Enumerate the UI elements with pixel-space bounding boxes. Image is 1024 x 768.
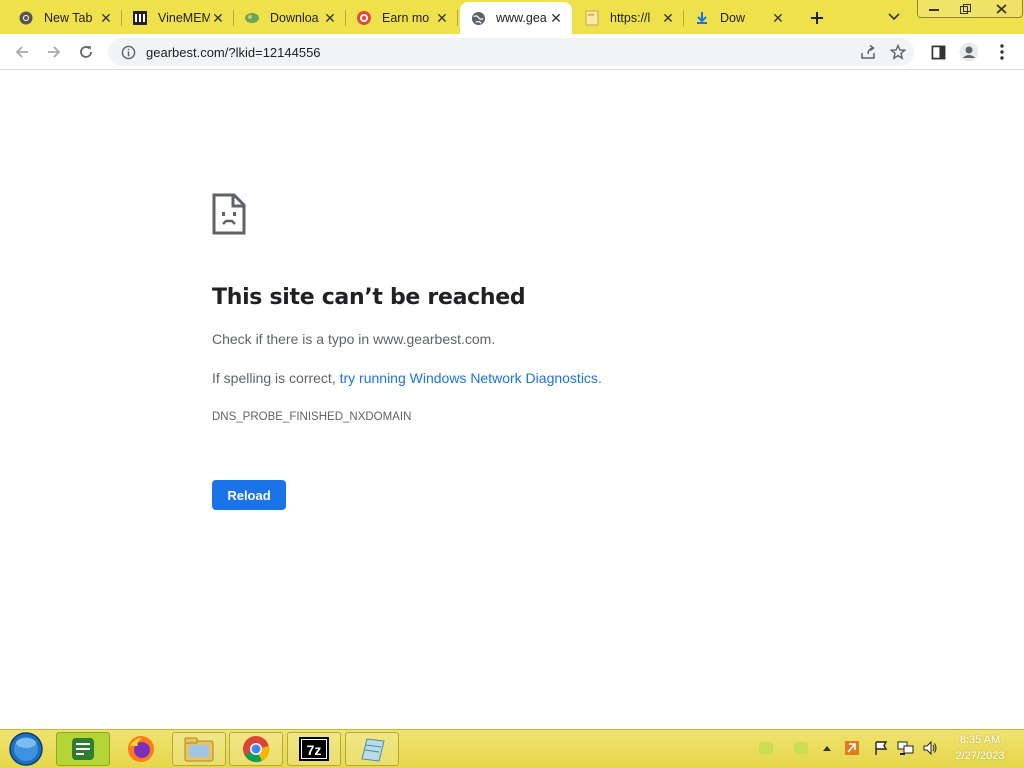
taskbar-chrome[interactable]	[229, 732, 283, 766]
side-panel-icon	[931, 45, 945, 59]
info-icon[interactable]	[114, 38, 142, 66]
side-panel-button[interactable]	[926, 40, 950, 64]
arrow-right-icon	[48, 46, 61, 58]
taskbar: 7z 8:35 AM 2/27/2023	[0, 729, 1024, 768]
tray-app-icon[interactable]	[792, 739, 810, 757]
arrow-left-icon	[15, 46, 28, 58]
refresh-icon	[80, 46, 92, 58]
folder-icon	[184, 737, 214, 762]
sad-page-icon	[212, 193, 246, 240]
close-icon[interactable]: ✕	[548, 10, 564, 26]
window-controls	[917, 0, 1023, 18]
tab-gearbest-active[interactable]: www.gea ✕	[460, 2, 572, 34]
volume-icon[interactable]	[921, 739, 939, 757]
reload-toolbar-button[interactable]	[74, 40, 98, 64]
close-icon[interactable]: ✕	[660, 10, 676, 26]
system-clock[interactable]: 8:35 AM 2/27/2023	[948, 732, 1012, 764]
tab-title: Dow	[720, 11, 746, 25]
diagnostics-suffix: .	[597, 370, 602, 386]
show-hidden-icons-button[interactable]	[818, 739, 836, 757]
tab-vinemem[interactable]: VineMEM ✕	[122, 2, 234, 34]
windows-orb-icon	[9, 732, 43, 766]
restore-button[interactable]	[949, 0, 982, 17]
close-icon[interactable]: ✕	[98, 10, 114, 26]
tray-app-icon[interactable]	[843, 739, 861, 757]
forward-button[interactable]	[42, 40, 66, 64]
7zip-icon: 7z	[299, 737, 329, 761]
browser-toolbar: gearbest.com/?lkid=12144556	[0, 34, 1024, 70]
reload-button[interactable]: Reload	[212, 480, 286, 510]
chrome-icon	[243, 736, 270, 763]
clock-date: 2/27/2023	[955, 750, 1005, 762]
tab-new-tab[interactable]: New Tab ✕	[8, 2, 122, 34]
url-text[interactable]: gearbest.com/?lkid=12144556	[146, 45, 854, 60]
error-page: This site can’t be reached Check if ther…	[0, 71, 1024, 729]
kebab-menu-icon	[1000, 44, 1004, 60]
tab-title: Earn mo	[382, 11, 430, 25]
download-site-icon	[244, 10, 260, 26]
target-icon	[356, 10, 372, 26]
tab-download-site[interactable]: Downloa ✕	[234, 2, 346, 34]
avatar-icon	[959, 42, 979, 62]
start-orb[interactable]	[6, 731, 46, 767]
close-icon[interactable]: ✕	[210, 10, 226, 26]
close-icon[interactable]: ✕	[322, 10, 338, 26]
tab-earn-money[interactable]: Earn mo ✕	[346, 2, 458, 34]
tab-title: Downloa	[270, 11, 319, 25]
page-icon	[584, 10, 600, 26]
star-icon[interactable]	[884, 38, 912, 66]
action-center-flag-icon[interactable]	[872, 739, 890, 757]
tab-title: www.gea	[496, 11, 547, 25]
clock-time: 8:35 AM	[959, 734, 1001, 746]
download-icon	[694, 10, 710, 26]
taskbar-notes-app[interactable]	[56, 732, 110, 766]
diagnostics-hint: If spelling is correct, try running Wind…	[212, 370, 602, 386]
taskbar-7zip[interactable]: 7z	[287, 732, 341, 766]
svg-text:7z: 7z	[307, 742, 322, 758]
tab-https-link[interactable]: https://l ✕	[574, 2, 684, 34]
profile-button[interactable]	[957, 40, 981, 64]
bank-icon	[132, 10, 148, 26]
network-icon[interactable]	[897, 739, 915, 757]
back-button[interactable]	[10, 40, 34, 64]
tab-strip: New Tab ✕ VineMEM ✕ Downloa ✕ Earn mo ✕ …	[0, 0, 1024, 34]
tab-download[interactable]: Dow ✕	[684, 2, 794, 34]
taskbar-file-explorer[interactable]	[172, 732, 226, 766]
notes-icon	[72, 738, 94, 760]
globe-icon	[470, 10, 486, 26]
tab-title: VineMEM	[158, 11, 210, 25]
taskbar-notepad-app[interactable]	[345, 732, 399, 766]
tab-search-button[interactable]	[884, 8, 904, 26]
tray-app-icon[interactable]	[757, 739, 775, 757]
chevron-down-icon	[888, 13, 900, 21]
diagnostics-link[interactable]: try running Windows Network Diagnostics	[340, 370, 598, 386]
error-headline: This site can’t be reached	[212, 285, 526, 310]
chevron-up-icon	[823, 746, 831, 751]
plus-icon	[811, 12, 823, 24]
menu-button[interactable]	[990, 40, 1014, 64]
notepad-icon	[361, 738, 385, 762]
close-icon[interactable]: ✕	[770, 10, 786, 26]
diagnostics-prefix: If spelling is correct,	[212, 370, 340, 386]
close-icon[interactable]: ✕	[434, 10, 450, 26]
minimize-button[interactable]	[918, 0, 950, 17]
tab-title: https://l	[610, 11, 651, 25]
share-icon[interactable]	[854, 38, 882, 66]
chrome-icon	[18, 10, 34, 26]
new-tab-button[interactable]	[805, 6, 829, 30]
tab-title: New Tab	[44, 11, 93, 25]
taskbar-firefox[interactable]	[114, 732, 168, 766]
firefox-icon	[128, 736, 154, 762]
window-close-button[interactable]	[981, 0, 1022, 17]
typo-hint: Check if there is a typo in www.gearbest…	[212, 331, 496, 347]
error-code: DNS_PROBE_FINISHED_NXDOMAIN	[212, 411, 412, 423]
address-bar[interactable]: gearbest.com/?lkid=12144556	[108, 38, 914, 66]
